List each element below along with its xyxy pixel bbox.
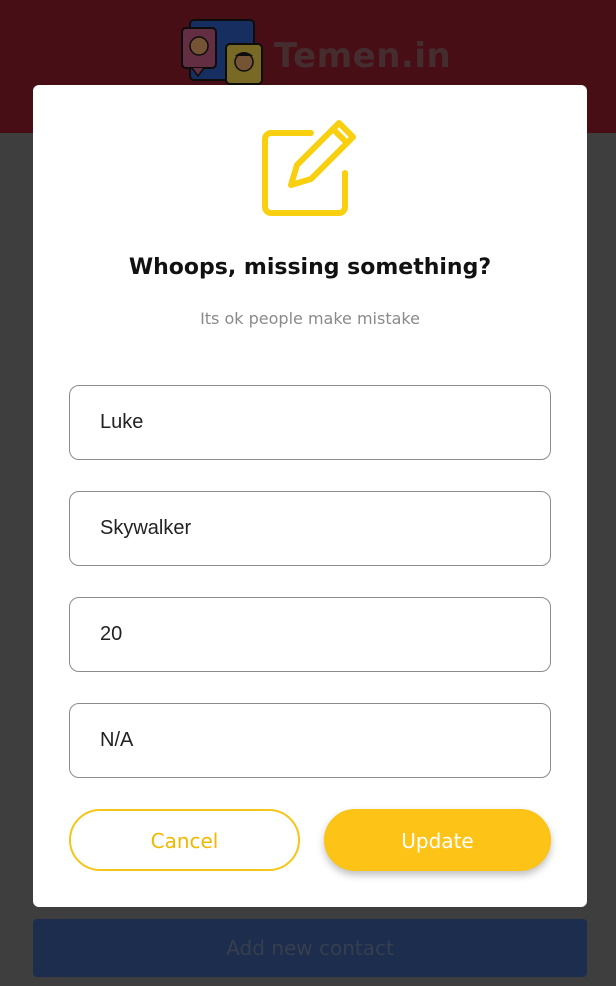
edit-contact-modal: Whoops, missing something? Its ok people… (33, 85, 587, 907)
edit-icon (261, 119, 361, 219)
age-field[interactable] (69, 597, 551, 672)
update-button[interactable]: Update (324, 809, 551, 871)
photo-field[interactable] (69, 703, 551, 778)
first-name-field[interactable] (69, 385, 551, 460)
cancel-button[interactable]: Cancel (69, 809, 300, 871)
modal-title: Whoops, missing something? (128, 255, 492, 280)
modal-subtitle: Its ok people make mistake (200, 309, 420, 328)
last-name-field[interactable] (69, 491, 551, 566)
